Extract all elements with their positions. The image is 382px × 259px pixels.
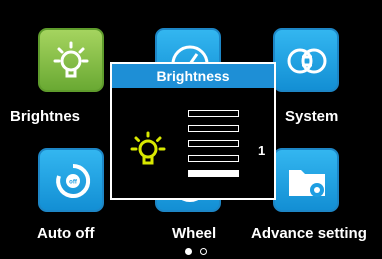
menu-label-auto-off: Auto off [37, 225, 95, 242]
menu-label-advance-setting: Advance setting [251, 225, 367, 242]
brightness-level-4[interactable] [188, 125, 239, 132]
menu-label-brightness: Brightnes [10, 108, 81, 125]
brightness-level-1[interactable] [188, 170, 239, 177]
bulb-icon [53, 41, 89, 78]
menu-label-wheel: Wheel [172, 225, 217, 242]
brightness-popup: Brightness 1 [110, 62, 276, 200]
brightness-level-value: 1 [258, 143, 266, 158]
popup-title: Brightness [112, 64, 274, 88]
system-icon [287, 48, 327, 74]
brightness-level-3[interactable] [188, 140, 239, 147]
bulb-icon [130, 131, 166, 165]
timer-icon: off [56, 163, 91, 198]
folder-gear-icon [289, 170, 325, 197]
settings-menu-screen: Brightnes System off Auto off Wheel Adva… [0, 0, 382, 259]
page-indicator-active[interactable] [185, 248, 192, 255]
menu-tile-advance-setting[interactable] [273, 148, 339, 212]
brightness-level-2[interactable] [188, 155, 239, 162]
menu-tile-brightness[interactable] [38, 28, 104, 92]
menu-tile-auto-off[interactable]: off [38, 148, 104, 212]
brightness-level-5[interactable] [188, 110, 239, 117]
page-indicator-inactive[interactable] [200, 248, 207, 255]
menu-tile-system[interactable] [273, 28, 339, 92]
menu-label-system: System [285, 108, 339, 125]
svg-text:off: off [69, 180, 78, 186]
